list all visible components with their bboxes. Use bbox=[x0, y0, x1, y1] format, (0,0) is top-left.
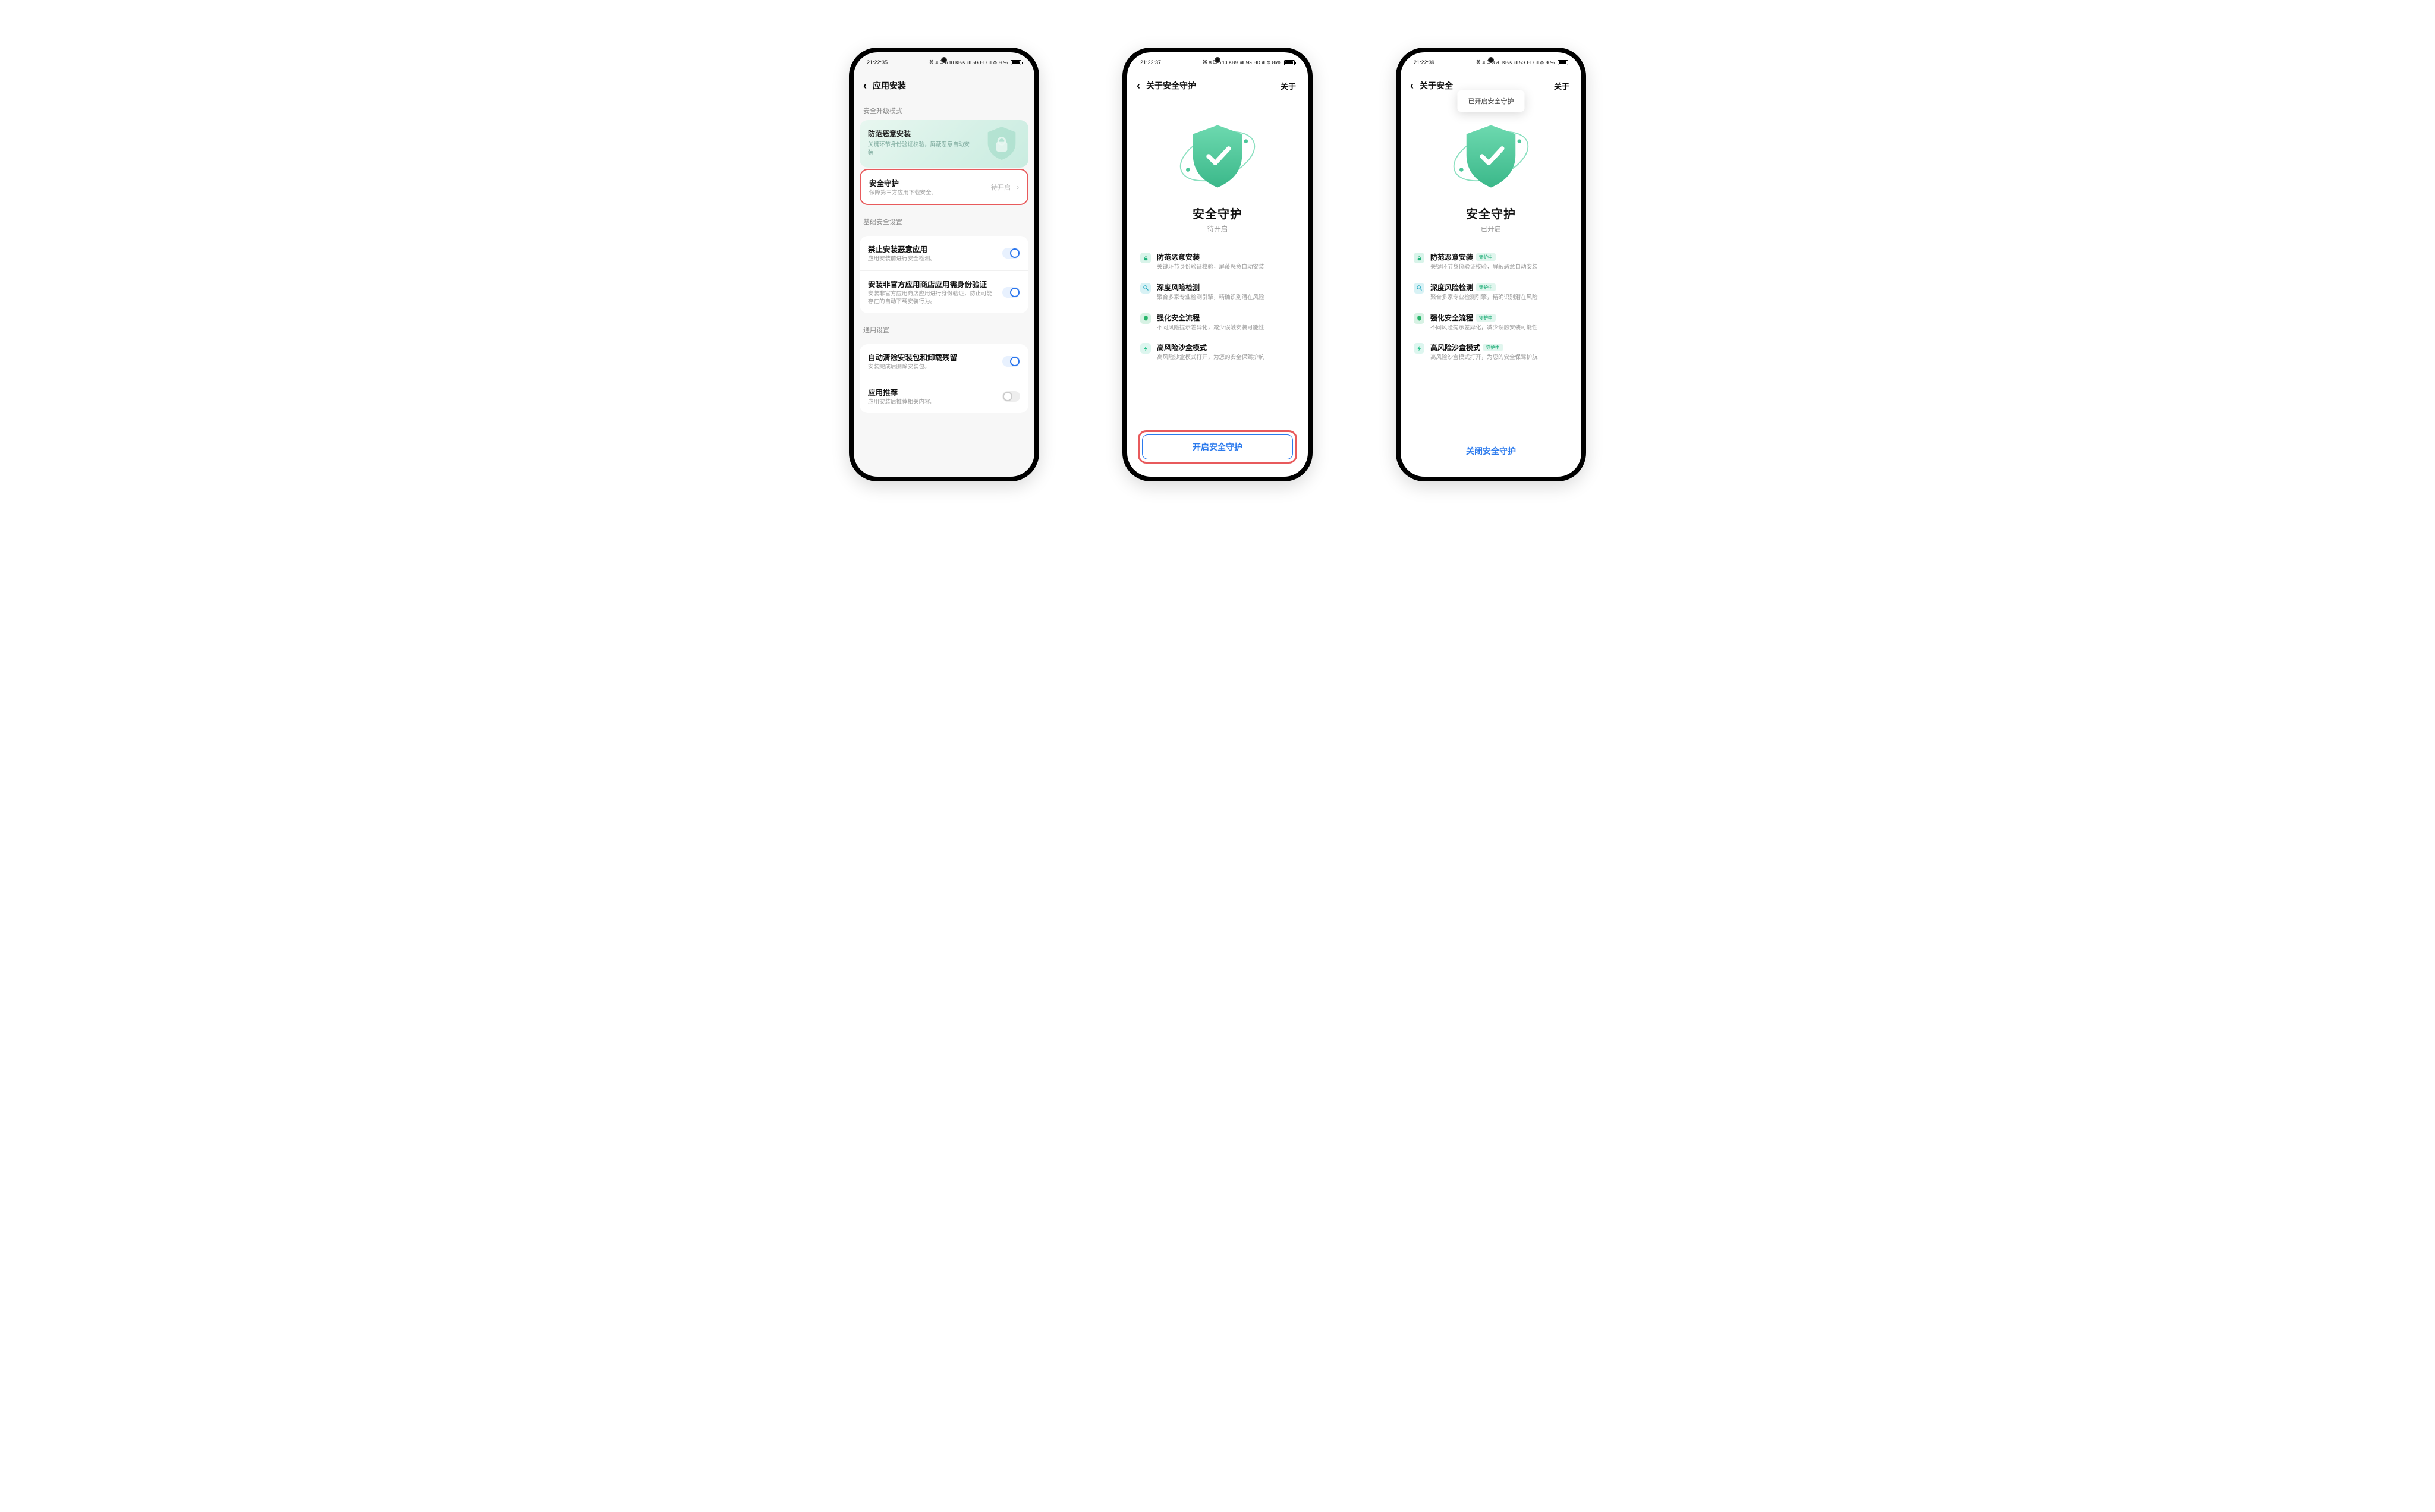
feature-deep-scan: 深度风险检测 聚合多家专业检测引擎，精确识别潜在风险 bbox=[1140, 277, 1295, 307]
feature-sandbox: 高风险沙盒模式 高风险沙盒模式打开，为您的安全保驾护航 bbox=[1140, 337, 1295, 367]
guarding-tag: 守护中 bbox=[1483, 344, 1503, 351]
titlebar: ‹ 应用安装 bbox=[854, 73, 1034, 99]
feature-deep-scan: 深度风险检测守护中 聚合多家专业检测引擎，精确识别潜在风险 bbox=[1414, 277, 1568, 307]
enabled-toast: 已开启安全守护 bbox=[1458, 90, 1525, 112]
feature-sandbox: 高风险沙盒模式守护中 高风险沙盒模式打开，为您的安全保驾护航 bbox=[1414, 337, 1568, 367]
recommend-toggle[interactable] bbox=[1002, 391, 1020, 402]
lock-icon bbox=[1140, 253, 1151, 263]
chevron-right-icon: › bbox=[1017, 183, 1019, 191]
recommend-row[interactable]: 应用推荐 应用安装后推荐相关内容。 bbox=[860, 379, 1028, 414]
guard-title: 安全守护 bbox=[869, 177, 985, 188]
bolt-icon bbox=[1414, 343, 1424, 354]
guarding-tag: 守护中 bbox=[1476, 284, 1496, 291]
back-button[interactable]: ‹ bbox=[1134, 77, 1143, 94]
security-guard-row[interactable]: 安全守护 保障第三方应用下载安全。 待开启 › bbox=[861, 170, 1027, 204]
feature-list: 防范恶意安装 关键环节身份验证校验，屏蔽恶意自动安装 深度风险检测 聚合多家专业… bbox=[1127, 236, 1308, 371]
lock-shield-icon bbox=[981, 122, 1023, 164]
enable-guard-button[interactable]: 开启安全守护 bbox=[1142, 434, 1293, 459]
feature-prevent-malicious: 防范恶意安装守护中 关键环节身份验证校验，屏蔽恶意自动安装 bbox=[1414, 247, 1568, 277]
page-title: 关于安全 bbox=[1420, 80, 1453, 92]
battery-icon bbox=[1558, 60, 1568, 65]
shield-status: 待开启 bbox=[1207, 224, 1228, 234]
guard-status: 待开启 bbox=[991, 182, 1011, 192]
identity-verify-row[interactable]: 安装非官方应用商店应用需身份验证 安装非官方应用商店应用进行身份验证，防止可能存… bbox=[860, 270, 1028, 313]
status-time: 21:22:39 bbox=[1414, 59, 1434, 65]
identity-verify-toggle[interactable] bbox=[1002, 287, 1020, 298]
page-title: 关于安全守护 bbox=[1146, 80, 1196, 92]
autoclean-row[interactable]: 自动清除安装包和卸载残留 安装完成后删除安装包。 bbox=[860, 344, 1028, 379]
section-mode-label: 安全升级模式 bbox=[860, 102, 1028, 120]
guard-sub: 保障第三方应用下载安全。 bbox=[869, 190, 985, 197]
security-guard-row-highlight: 安全守护 保障第三方应用下载安全。 待开启 › bbox=[860, 169, 1028, 206]
guarding-tag: 守护中 bbox=[1476, 253, 1496, 261]
autoclean-toggle[interactable] bbox=[1002, 356, 1020, 367]
camera-cutout bbox=[941, 57, 947, 63]
shield-small-icon bbox=[1414, 313, 1424, 324]
status-time: 21:22:37 bbox=[1140, 59, 1161, 65]
bolt-icon bbox=[1140, 343, 1151, 354]
feature-enhanced-flow: 强化安全流程守护中 不同风险提示差异化，减少误触安装可能性 bbox=[1414, 307, 1568, 338]
shield-small-icon bbox=[1140, 313, 1151, 324]
feature-enhanced-flow: 强化安全流程 不同风险提示差异化，减少误触安装可能性 bbox=[1140, 307, 1295, 338]
feature-list: 防范恶意安装守护中 关键环节身份验证校验，屏蔽恶意自动安装 深度风险检测守护中 … bbox=[1401, 236, 1581, 371]
shield-check-icon bbox=[1173, 112, 1262, 201]
camera-cutout bbox=[1488, 57, 1494, 63]
section-base-label: 基础安全设置 bbox=[860, 213, 1028, 231]
titlebar: ‹ 关于安全守护 关于 bbox=[1127, 73, 1308, 99]
enable-button-highlight: 开启安全守护 bbox=[1138, 430, 1297, 464]
magnifier-icon bbox=[1414, 283, 1424, 294]
status-time: 21:22:35 bbox=[867, 59, 888, 65]
card-sub: 关键环节身份验证校验，屏蔽恶意自动安装 bbox=[868, 141, 974, 157]
battery-icon bbox=[1011, 60, 1021, 65]
section-general-label: 通用设置 bbox=[860, 322, 1028, 339]
phone-3: 21:22:39 ⌘ ⋇ ⏍ 3.20 KB/s ııll 5G HD ıll … bbox=[1396, 48, 1586, 481]
about-link[interactable]: 关于 bbox=[1549, 78, 1574, 94]
shield-check-icon bbox=[1446, 112, 1536, 201]
phone-2: 21:22:37 ⌘ ⋇ ⏍ 6.10 KB/s ııll 5G HD ıll … bbox=[1122, 48, 1313, 481]
lock-icon bbox=[1414, 253, 1424, 263]
shield-heading: 安全守护 bbox=[1466, 204, 1516, 222]
about-link[interactable]: 关于 bbox=[1276, 78, 1301, 94]
back-button[interactable]: ‹ bbox=[861, 77, 869, 94]
camera-cutout bbox=[1215, 57, 1220, 63]
mode-card[interactable]: 防范恶意安装 关键环节身份验证校验，屏蔽恶意自动安装 bbox=[860, 120, 1028, 168]
page-title: 应用安装 bbox=[873, 80, 906, 92]
shield-status: 已开启 bbox=[1481, 224, 1502, 234]
magnifier-icon bbox=[1140, 283, 1151, 294]
battery-icon bbox=[1284, 60, 1295, 65]
back-button[interactable]: ‹ bbox=[1408, 77, 1416, 94]
block-malicious-toggle[interactable] bbox=[1002, 248, 1020, 259]
block-malicious-row[interactable]: 禁止安装恶意应用 应用安装前进行安全检测。 bbox=[860, 236, 1028, 270]
guarding-tag: 守护中 bbox=[1476, 314, 1496, 322]
phone-1: 21:22:35 ⌘ ⋇ ⏍ 6.10 KB/s ııll 5G HD ıll … bbox=[849, 48, 1039, 481]
feature-prevent-malicious: 防范恶意安装 关键环节身份验证校验，屏蔽恶意自动安装 bbox=[1140, 247, 1295, 277]
disable-guard-button[interactable]: 关闭安全守护 bbox=[1411, 439, 1571, 464]
shield-heading: 安全守护 bbox=[1193, 204, 1242, 222]
